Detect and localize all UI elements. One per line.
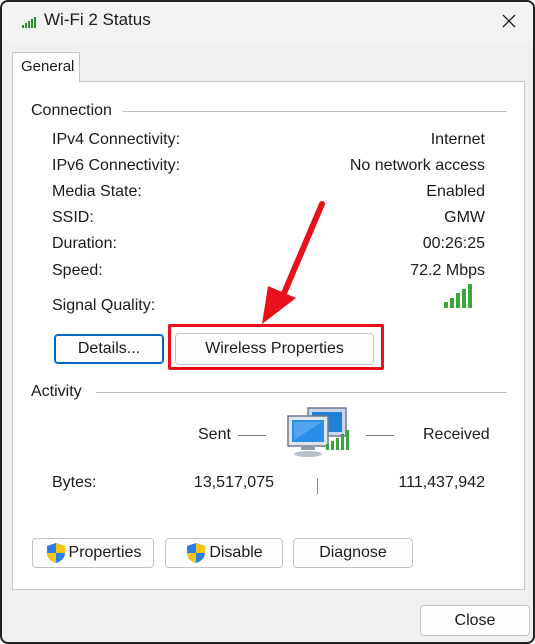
disable-button[interactable]: Disable xyxy=(165,538,283,568)
wireless-properties-button[interactable]: Wireless Properties xyxy=(175,333,374,365)
bytes-received-value: 111,437,942 xyxy=(398,474,485,491)
duration-label: Duration: xyxy=(52,235,117,252)
title-bar: Wi-Fi 2 Status xyxy=(2,2,533,42)
details-button[interactable]: Details... xyxy=(54,334,164,364)
properties-button-label: Properties xyxy=(68,544,142,561)
speed-value: 72.2 Mbps xyxy=(410,262,485,279)
close-window-button[interactable] xyxy=(489,4,529,38)
bytes-label: Bytes: xyxy=(52,474,97,491)
ssid-value: GMW xyxy=(444,209,485,226)
uac-shield-icon xyxy=(187,543,206,563)
connection-divider xyxy=(123,111,507,112)
activity-section-title: Activity xyxy=(31,383,82,400)
received-connector-line xyxy=(366,435,394,436)
speed-label: Speed: xyxy=(52,262,103,279)
duration-value: 00:26:25 xyxy=(422,235,485,252)
ssid-label: SSID: xyxy=(52,209,94,226)
bytes-divider xyxy=(317,478,318,494)
red-arrow-annotation xyxy=(262,201,325,324)
properties-button[interactable]: Properties xyxy=(32,538,154,568)
sent-label: Sent xyxy=(198,426,231,443)
wifi-status-window: Wi-Fi 2 Status General Connection IPv4 C… xyxy=(0,0,535,644)
signal-strength-icon xyxy=(444,284,472,308)
signal-quality-label: Signal Quality: xyxy=(52,297,156,314)
tab-general[interactable]: General xyxy=(12,52,80,82)
media-state-value: Enabled xyxy=(426,183,485,200)
connection-section-title: Connection xyxy=(31,102,112,119)
ipv6-label: IPv6 Connectivity: xyxy=(52,157,181,174)
received-label: Received xyxy=(423,426,490,443)
close-button[interactable]: Close xyxy=(420,605,530,636)
ipv4-label: IPv4 Connectivity: xyxy=(52,131,181,148)
uac-shield-icon xyxy=(46,543,65,563)
diagnose-button[interactable]: Diagnose xyxy=(293,538,413,568)
sent-connector-line xyxy=(238,435,266,436)
ipv6-value: No network access xyxy=(349,157,485,174)
close-icon xyxy=(502,14,516,28)
bytes-sent-value: 13,517,075 xyxy=(193,474,274,491)
disable-button-label: Disable xyxy=(209,544,263,561)
media-state-label: Media State: xyxy=(52,183,142,200)
network-computers-icon xyxy=(287,407,349,457)
window-title: Wi-Fi 2 Status xyxy=(44,10,151,29)
ipv4-value: Internet xyxy=(430,131,485,148)
wifi-signal-icon xyxy=(22,17,36,28)
activity-divider xyxy=(96,392,507,393)
